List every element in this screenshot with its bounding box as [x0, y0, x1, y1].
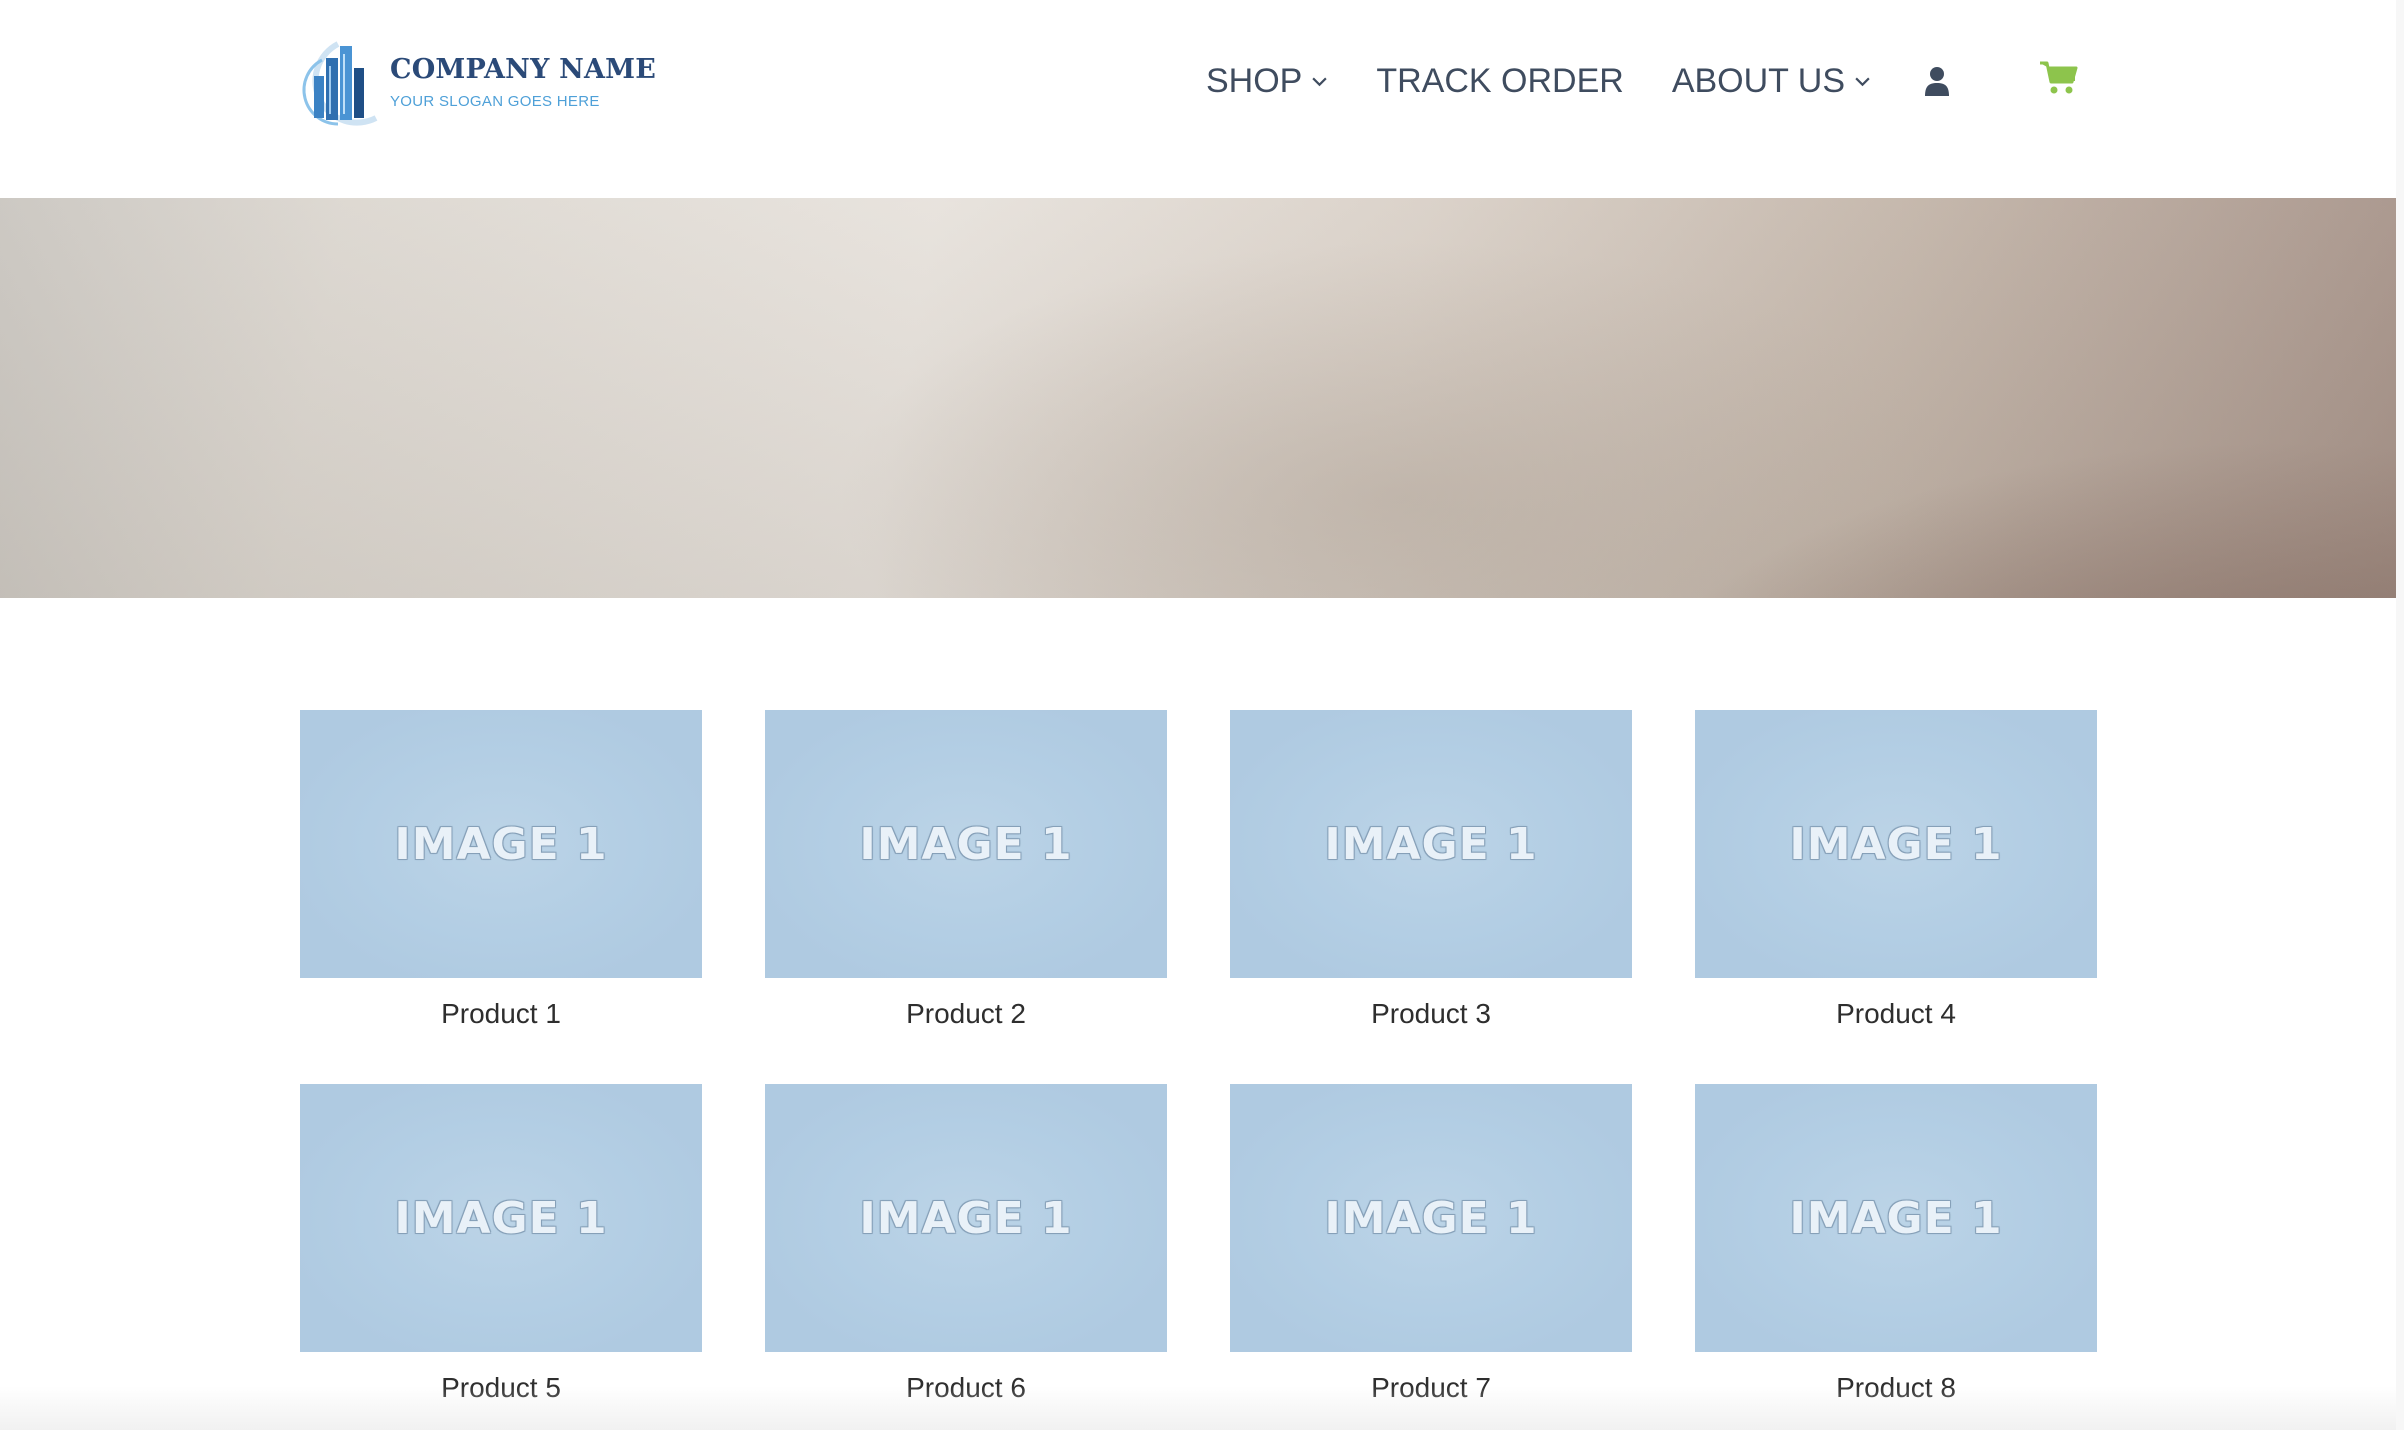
- product-label: Product 2: [906, 998, 1026, 1029]
- product-image-text: IMAGE 1: [1789, 1192, 2003, 1244]
- product-image-text: IMAGE 1: [1789, 818, 2003, 870]
- product-label: Product 7: [1371, 1372, 1491, 1403]
- chevron-down-icon: [1855, 77, 1870, 86]
- site-header: COMPANY NAME YOUR SLOGAN GOES HERE SHOP …: [0, 0, 2396, 198]
- product-image: IMAGE 1: [300, 1084, 702, 1352]
- product-image: IMAGE 1: [765, 1084, 1167, 1352]
- company-slogan: YOUR SLOGAN GOES HERE: [390, 93, 600, 110]
- product-image-text: IMAGE 1: [859, 1192, 1073, 1244]
- product-label: Product 3: [1371, 998, 1491, 1029]
- nav-shop[interactable]: SHOP: [1206, 62, 1328, 101]
- hero-banner: [0, 198, 2396, 598]
- company-logo[interactable]: COMPANY NAME YOUR SLOGAN GOES HERE: [298, 38, 656, 128]
- nav-track-order[interactable]: TRACK ORDER: [1376, 62, 1623, 101]
- user-icon[interactable]: [1923, 65, 1951, 97]
- product-image-text: IMAGE 1: [394, 818, 608, 870]
- building-logo-icon: [302, 41, 378, 126]
- product-image: IMAGE 1: [765, 710, 1167, 978]
- product-image-text: IMAGE 1: [1324, 1192, 1538, 1244]
- nav-about-us[interactable]: ABOUT US: [1672, 62, 1871, 101]
- page-edge: [2396, 0, 2404, 1430]
- product-image-text: IMAGE 1: [859, 818, 1073, 870]
- shopping-cart-icon[interactable]: [2039, 60, 2079, 96]
- product-image-text: IMAGE 1: [1324, 818, 1538, 870]
- product-image: IMAGE 1: [300, 710, 702, 978]
- product-label: Product 5: [441, 1372, 561, 1403]
- chevron-down-icon: [1312, 77, 1327, 86]
- product-card[interactable]: IMAGE 1 Product 2: [765, 710, 1167, 1030]
- product-card[interactable]: IMAGE 1 Product 8: [1695, 1084, 2097, 1404]
- product-card[interactable]: IMAGE 1 Product 1: [300, 710, 702, 1030]
- product-image: IMAGE 1: [1230, 1084, 1632, 1352]
- nav-track-order-label: TRACK ORDER: [1376, 61, 1624, 100]
- product-card[interactable]: IMAGE 1 Product 7: [1230, 1084, 1632, 1404]
- product-label: Product 8: [1836, 1372, 1956, 1403]
- product-label: Product 1: [441, 998, 561, 1029]
- product-card[interactable]: IMAGE 1 Product 6: [765, 1084, 1167, 1404]
- product-card[interactable]: IMAGE 1 Product 3: [1230, 710, 1632, 1030]
- company-name: COMPANY NAME: [390, 54, 657, 85]
- product-card[interactable]: IMAGE 1 Product 5: [300, 1084, 702, 1404]
- nav-about-us-label: ABOUT US: [1671, 61, 1846, 100]
- product-card[interactable]: IMAGE 1 Product 4: [1695, 710, 2097, 1030]
- product-label: Product 4: [1836, 998, 1956, 1029]
- product-label: Product 6: [906, 1372, 1026, 1403]
- product-image: IMAGE 1: [1695, 710, 2097, 978]
- product-image-text: IMAGE 1: [394, 1192, 608, 1244]
- product-image: IMAGE 1: [1695, 1084, 2097, 1352]
- product-image: IMAGE 1: [1230, 710, 1632, 978]
- main-nav: SHOP TRACK ORDER ABOUT US: [1206, 58, 2079, 104]
- nav-shop-label: SHOP: [1206, 61, 1303, 100]
